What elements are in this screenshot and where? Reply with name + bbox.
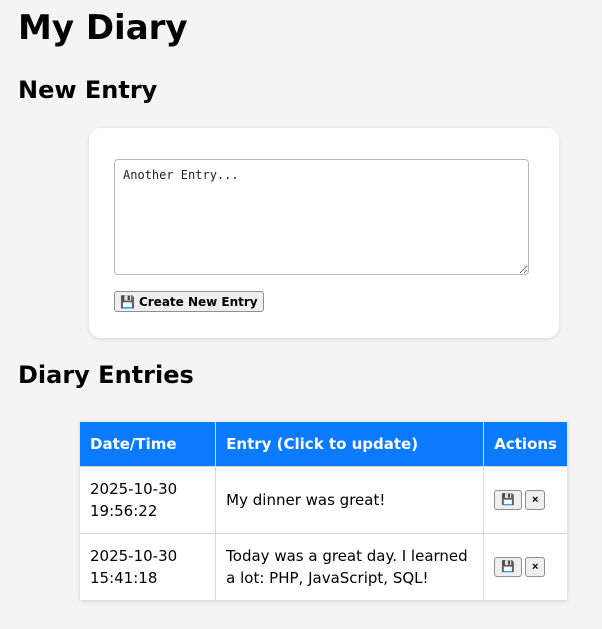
diary-entries-heading: Diary Entries xyxy=(18,361,194,389)
entry-textarea[interactable] xyxy=(114,159,529,275)
floppy-disk-icon: 💾 xyxy=(501,494,516,506)
header-entry: Entry (Click to update) xyxy=(215,422,485,466)
delete-entry-button[interactable]: × xyxy=(525,556,546,577)
entry-time: 19:56:22 xyxy=(90,501,158,520)
entry-time: 15:41:18 xyxy=(90,568,158,587)
entry-text[interactable]: Today was a great day. I learned a lot: … xyxy=(215,532,485,600)
entry-datetime: 2025-10-30 15:41:18 xyxy=(80,532,217,600)
header-actions: Actions xyxy=(483,422,567,466)
entry-actions: 💾 × xyxy=(483,532,567,600)
new-entry-card: 💾 Create New Entry xyxy=(89,128,559,338)
floppy-disk-icon: 💾 xyxy=(120,294,135,309)
page-title: My Diary xyxy=(18,8,188,48)
table-row: 2025-10-30 15:41:18 Today was a great da… xyxy=(80,532,567,600)
create-entry-button[interactable]: 💾 Create New Entry xyxy=(114,291,264,312)
entry-date: 2025-10-30 xyxy=(90,546,178,565)
delete-entry-button[interactable]: × xyxy=(525,489,546,510)
header-datetime: Date/Time xyxy=(80,422,217,466)
save-entry-button[interactable]: 💾 xyxy=(494,556,523,577)
floppy-disk-icon: 💾 xyxy=(501,561,516,574)
new-entry-heading: New Entry xyxy=(18,76,158,104)
entry-date: 2025-10-30 xyxy=(90,479,178,498)
entry-text[interactable]: My dinner was great! xyxy=(215,465,485,533)
entry-actions: 💾 × xyxy=(483,465,567,533)
entries-table: Date/Time Entry (Click to update) Action… xyxy=(80,422,567,600)
create-entry-label: Create New Entry xyxy=(138,294,258,309)
table-row: 2025-10-30 19:56:22 My dinner was great!… xyxy=(80,465,567,533)
table-header-row: Date/Time Entry (Click to update) Action… xyxy=(80,422,567,466)
save-entry-button[interactable]: 💾 xyxy=(494,489,523,510)
entry-datetime: 2025-10-30 19:56:22 xyxy=(80,465,217,533)
